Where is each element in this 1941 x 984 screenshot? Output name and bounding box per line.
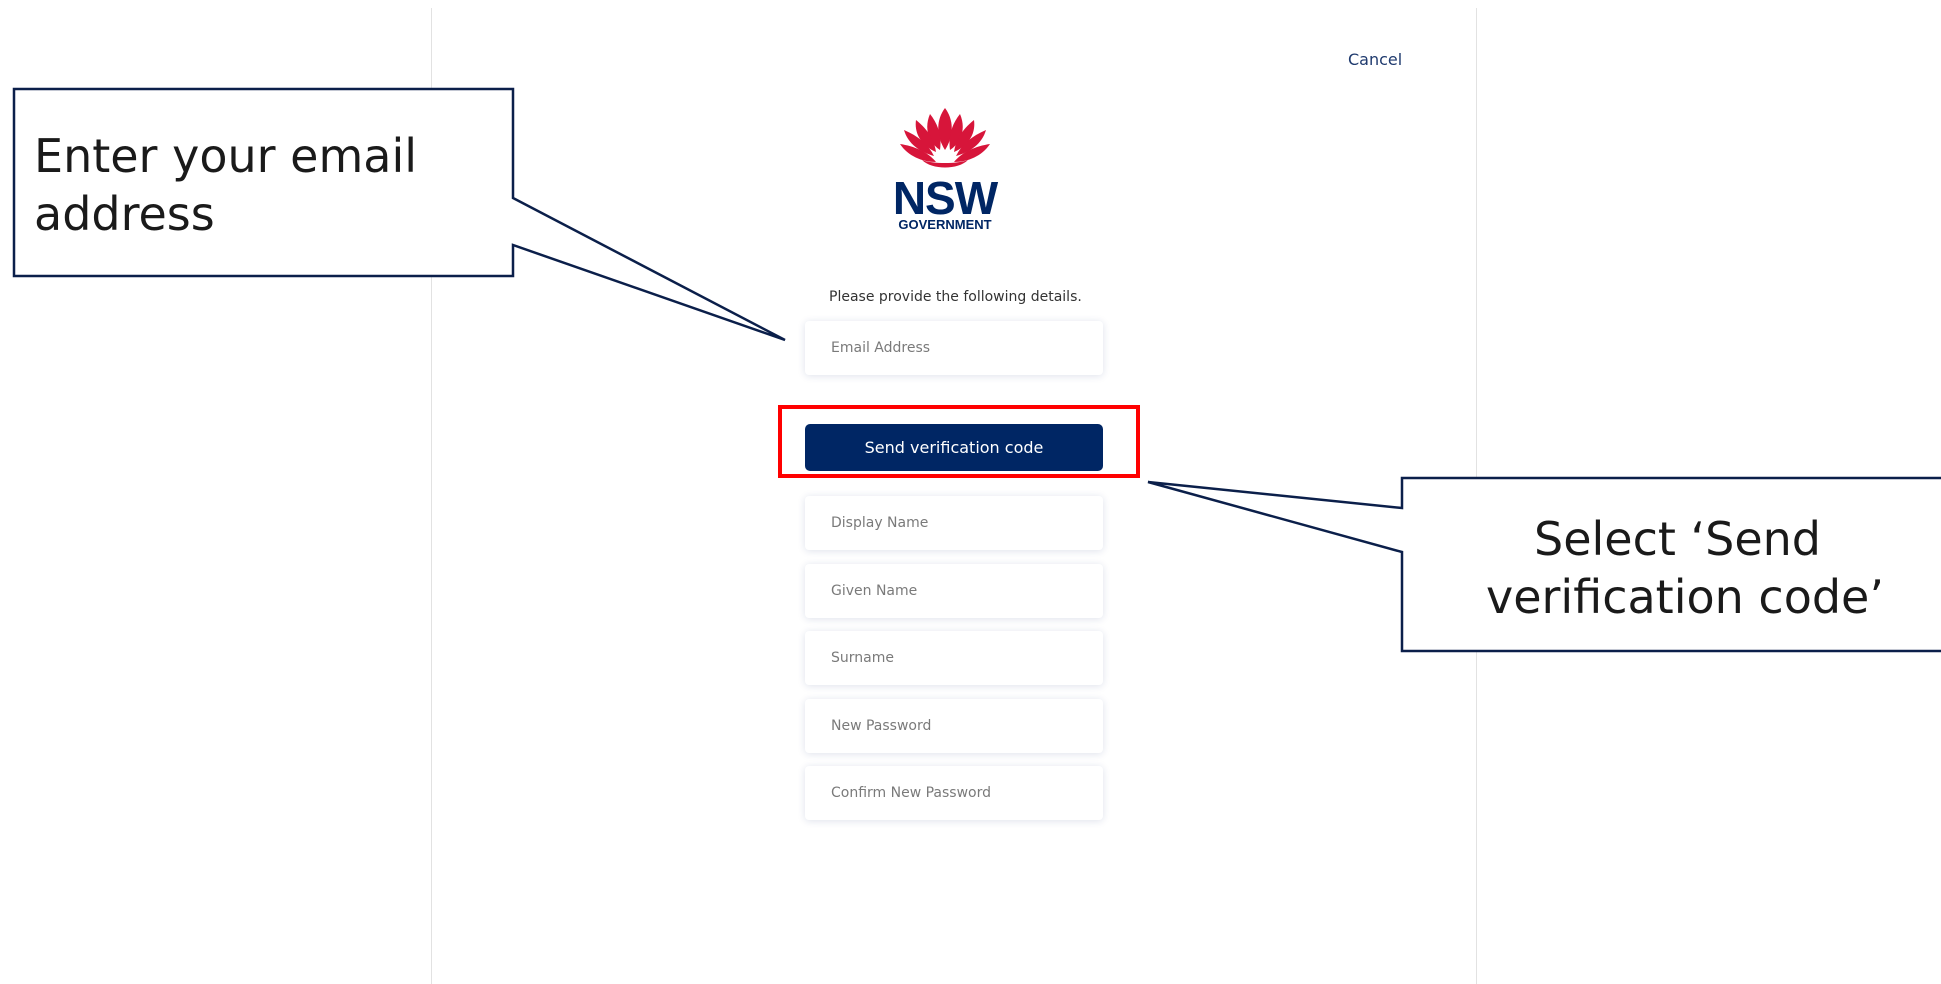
email-callout-text-line1: Enter your email <box>34 129 418 183</box>
email-callout-text-line2: address <box>34 187 215 241</box>
send-callout-text-line1: Select ‘Send <box>1534 512 1822 566</box>
send-callout-text-line2: verification code’ <box>1486 570 1884 624</box>
